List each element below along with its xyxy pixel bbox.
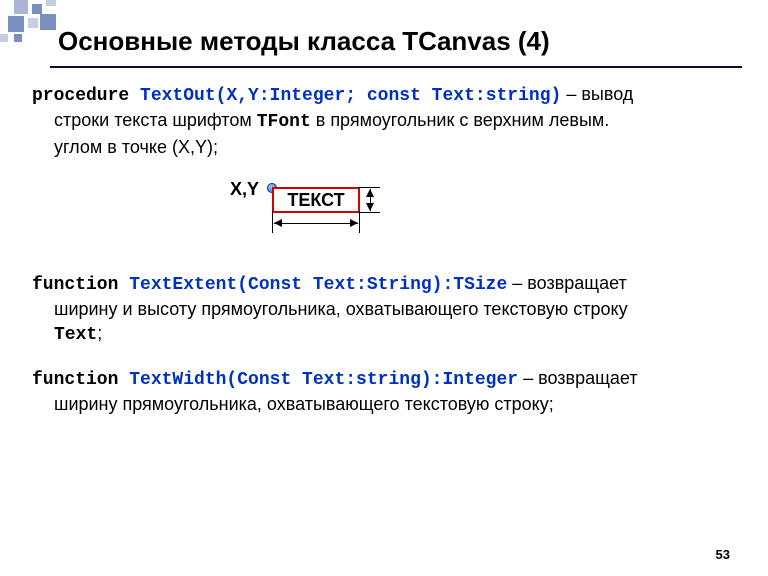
- inline-code-text: Text: [54, 325, 97, 345]
- text-rect: ТЕКСТ: [272, 187, 360, 213]
- height-dimension: [364, 187, 380, 213]
- method-textextent: function TextExtent(Const Text:String):T…: [32, 271, 736, 348]
- method-textout: procedure TextOut(X,Y:Integer; const Tex…: [32, 82, 736, 159]
- inline-code-tfont: TFont: [257, 112, 311, 132]
- signature-textwidth: TextWidth(Const Text:string):Integer: [129, 370, 518, 390]
- width-dimension: [272, 219, 360, 233]
- xy-label: X,Y: [230, 177, 259, 201]
- signature-textout: TextOut(X,Y:Integer; const Text:string): [140, 86, 561, 106]
- keyword-procedure: procedure: [32, 86, 140, 106]
- slide-content: procedure TextOut(X,Y:Integer; const Tex…: [32, 82, 736, 434]
- page-title: Основные методы класса TCanvas (4): [58, 26, 550, 57]
- keyword-function: function: [32, 370, 129, 390]
- signature-textextent: TextExtent(Const Text:String):TSize: [129, 275, 507, 295]
- textout-diagram: X,Y ТЕКСТ: [202, 177, 442, 247]
- keyword-function: function: [32, 275, 129, 295]
- page-number: 53: [716, 547, 730, 562]
- title-underline: [50, 66, 742, 68]
- method-textwidth: function TextWidth(Const Text:string):In…: [32, 366, 736, 417]
